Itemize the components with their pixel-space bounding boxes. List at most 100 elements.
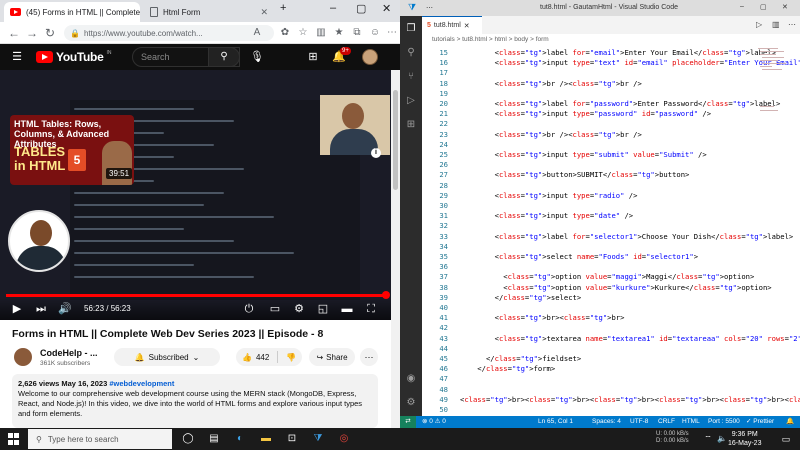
close-icon[interactable]: ✕: [260, 7, 268, 18]
code-line[interactable]: <class="tg">input type="date" />: [460, 211, 634, 220]
task-view-icon[interactable]: ◯: [180, 431, 196, 447]
manage-gear-icon[interactable]: ⚙: [404, 396, 418, 410]
tab-tut8-html[interactable]: 5 tut8.html ✕: [422, 16, 482, 34]
video-description[interactable]: 2,626 views May 16, 2023 #webdevelopment…: [12, 374, 378, 428]
run-debug-icon[interactable]: ▷: [404, 94, 418, 108]
new-tab-button[interactable]: +: [280, 2, 286, 14]
menu-dots-icon[interactable]: ⋯: [385, 26, 399, 40]
language-mode[interactable]: HTML: [682, 416, 700, 428]
code-line[interactable]: <class="tg">input type="radio" />: [460, 191, 638, 200]
indentation[interactable]: Spaces: 4: [592, 416, 621, 428]
code-line[interactable]: <class="tg">option value="maggi">Maggi</…: [460, 272, 754, 281]
profile-icon[interactable]: ☺: [368, 26, 382, 40]
problems-count[interactable]: ⊗ 0 ⚠ 0: [422, 416, 446, 428]
explorer-icon[interactable]: ❐: [404, 22, 418, 36]
channel-name[interactable]: CodeHelp - ...: [40, 348, 98, 358]
code-line[interactable]: </class="tg">fieldset>: [460, 354, 581, 363]
like-button[interactable]: 👍 442 👎: [236, 348, 302, 366]
code-line[interactable]: <class="tg">input type="text" id="email"…: [460, 58, 800, 67]
progress-bar[interactable]: [6, 294, 386, 297]
microphone-icon[interactable]: 🎙: [250, 50, 264, 64]
close-icon[interactable]: ✕: [464, 22, 470, 30]
cursor-position[interactable]: Ln 65, Col 1: [538, 416, 573, 428]
menu-dots-icon[interactable]: ⋯: [426, 4, 433, 12]
url-field[interactable]: 🔒 https://www.youtube.com/watch...: [64, 25, 274, 41]
miniplayer-icon[interactable]: ◱: [316, 302, 330, 316]
back-icon[interactable]: ←: [6, 25, 22, 41]
minimize-icon[interactable]: –: [740, 3, 744, 10]
youtube-logo[interactable]: YouTube IN: [36, 50, 111, 64]
channel-end-card[interactable]: [8, 210, 70, 272]
favorites-icon[interactable]: ★: [332, 26, 346, 40]
next-icon[interactable]: ⏭: [34, 302, 48, 316]
source-control-icon[interactable]: ⑂: [404, 70, 418, 84]
split-editor-icon[interactable]: ▥: [772, 20, 780, 29]
encoding[interactable]: UTF-8: [630, 416, 648, 428]
channel-avatar[interactable]: [14, 348, 32, 366]
vscode-taskbar-icon[interactable]: ⧩: [310, 431, 326, 447]
refresh-icon[interactable]: ↻: [42, 25, 58, 41]
search-icon[interactable]: ⚲: [404, 46, 418, 60]
windows-start-icon[interactable]: [8, 433, 20, 445]
star-icon[interactable]: ☆: [296, 26, 310, 40]
close-window-icon[interactable]: ✕: [382, 2, 391, 15]
line-endings[interactable]: CRLF: [658, 416, 675, 428]
extensions-icon[interactable]: ⊞: [404, 118, 418, 132]
code-line[interactable]: <class="tg">label for="password">Enter P…: [460, 99, 781, 108]
remote-icon[interactable]: ⇄: [400, 416, 416, 428]
hamburger-menu-icon[interactable]: ☰: [10, 50, 24, 64]
volume-icon[interactable]: 🔊: [58, 302, 72, 316]
store-icon[interactable]: ⊡: [284, 431, 300, 447]
breadcrumb[interactable]: tutorials > tut8.html > html > body > fo…: [422, 34, 800, 46]
prettier-status[interactable]: ✓ Prettier: [746, 416, 774, 428]
subscribed-button[interactable]: 🔔 Subscribed ⌄: [114, 348, 220, 366]
play-icon[interactable]: ▶: [10, 302, 24, 316]
page-scrollbar[interactable]: [391, 70, 400, 428]
video-player[interactable]: HTML Tables: Rows, Columns, & Advanced A…: [0, 70, 391, 320]
info-icon[interactable]: i: [371, 148, 381, 158]
settings-gear-icon[interactable]: ⚙: [292, 302, 306, 316]
code-editor[interactable]: 15 <class="tg">label for="email">Enter Y…: [422, 46, 800, 424]
code-line[interactable]: <class="tg">label for="email">Enter Your…: [460, 48, 776, 57]
notifications-icon[interactable]: 🔔: [786, 416, 794, 428]
code-line[interactable]: <class="tg">select name="Foods" id="sele…: [460, 252, 698, 261]
edge-icon[interactable]: ◐: [232, 431, 248, 447]
maximize-icon[interactable]: ▢: [356, 2, 366, 15]
collections-icon[interactable]: ⧉: [350, 26, 364, 40]
read-aloud-icon[interactable]: A: [250, 26, 264, 40]
thumbs-down-icon[interactable]: 👎: [286, 353, 296, 362]
code-line[interactable]: <class="tg">br /><class="tg">br />: [460, 130, 642, 139]
more-actions-button[interactable]: ⋯: [360, 348, 378, 366]
notification-center-icon[interactable]: ▭: [778, 431, 794, 447]
code-line[interactable]: <class="tg">textarea name="textarea1" id…: [460, 334, 800, 343]
code-line[interactable]: </class="tg">form>: [460, 364, 555, 373]
extension-icon[interactable]: ✿: [278, 26, 292, 40]
run-icon[interactable]: ▷: [756, 20, 762, 29]
share-button[interactable]: ↪ Share: [309, 348, 355, 366]
search-icon[interactable]: ⚲: [208, 47, 240, 67]
theater-mode-icon[interactable]: ▬: [340, 302, 354, 316]
tab-html-form[interactable]: Html Form ✕: [144, 2, 274, 22]
more-actions-icon[interactable]: ⋯: [788, 20, 796, 29]
system-clock[interactable]: 9:36 PM 16-May-23: [728, 430, 761, 448]
forward-icon[interactable]: →: [24, 25, 40, 41]
code-line[interactable]: <class="tg">br><class="tg">br><class="tg…: [460, 395, 800, 404]
code-line[interactable]: <class="tg">option value="kurkure">Kurku…: [460, 283, 771, 292]
create-video-icon[interactable]: ⊞: [306, 50, 320, 64]
chrome-icon[interactable]: ◎: [336, 431, 352, 447]
code-line[interactable]: <class="tg">br><class="tg">br>: [460, 313, 625, 322]
code-line[interactable]: <class="tg">button>SUBMIT</class="tg">bu…: [460, 170, 690, 179]
code-line[interactable]: <class="tg">input type="submit" value="S…: [460, 150, 707, 159]
code-line[interactable]: <class="tg">label for="selector1">Choose…: [460, 232, 794, 241]
captions-icon[interactable]: ▭: [268, 302, 282, 316]
autoplay-toggle-icon[interactable]: ⏻: [242, 302, 256, 316]
file-explorer-icon[interactable]: ▬: [258, 431, 274, 447]
taskbar-search-input[interactable]: ⚲ Type here to search: [28, 429, 172, 449]
hashtag-link[interactable]: #webdevelopment: [109, 379, 174, 388]
code-line[interactable]: <class="tg">br /><class="tg">br />: [460, 79, 642, 88]
tab-youtube[interactable]: (45) Forms in HTML || Complete ✕: [4, 2, 140, 22]
account-icon[interactable]: ◉: [404, 372, 418, 386]
minimap[interactable]: [756, 46, 786, 136]
avatar[interactable]: [362, 49, 378, 65]
close-window-icon[interactable]: ✕: [782, 3, 788, 11]
